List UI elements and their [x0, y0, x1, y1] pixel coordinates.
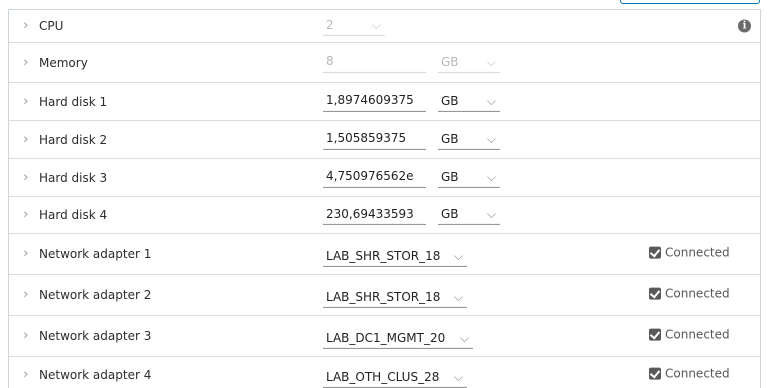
- network-value: LAB_SHR_STOR_18: [326, 249, 441, 264]
- chevron-right-icon[interactable]: ›: [23, 208, 29, 222]
- hardware-row-cpu[interactable]: › CPU 2 ⌵ i: [9, 10, 760, 43]
- chevron-down-icon: ⌵: [486, 206, 496, 221]
- hardware-row-hard-disk-3[interactable]: › Hard disk 3 GB ⌵: [9, 159, 760, 197]
- cpu-count-value: 2: [326, 17, 334, 32]
- chevron-down-icon: ⌵: [486, 93, 496, 108]
- top-action-button[interactable]: [620, 0, 760, 4]
- unit-value: GB: [441, 206, 459, 221]
- row-label: CPU: [39, 19, 64, 33]
- checkbox-checked-icon[interactable]: [649, 246, 661, 259]
- connected-toggle[interactable]: Connected: [649, 246, 730, 260]
- connected-toggle[interactable]: Connected: [649, 367, 730, 381]
- hardware-row-hard-disk-2[interactable]: › Hard disk 2 GB ⌵: [9, 121, 760, 159]
- memory-size-input[interactable]: [323, 50, 426, 73]
- chevron-right-icon[interactable]: ›: [23, 247, 29, 261]
- hardware-row-network-adapter-1[interactable]: › Network adapter 1 LAB_SHR_STOR_18 ⌵ Co…: [9, 234, 760, 275]
- chevron-down-icon: ⌵: [486, 131, 496, 146]
- row-label: Network adapter 2: [39, 288, 152, 302]
- connected-label: Connected: [665, 286, 730, 301]
- row-label: Hard disk 1: [39, 94, 108, 109]
- connected-toggle[interactable]: Connected: [649, 287, 730, 301]
- chevron-right-icon[interactable]: ›: [23, 170, 29, 184]
- hardware-grid: › CPU 2 ⌵ i › Memory GB ⌵ › Hard disk 1 …: [8, 9, 761, 388]
- chevron-down-icon: ⌵: [486, 54, 496, 69]
- hardware-row-hard-disk-4[interactable]: › Hard disk 4 GB ⌵: [9, 197, 760, 234]
- network-value: LAB_OTH_CLUS_28: [326, 369, 440, 384]
- cpu-count-select[interactable]: 2 ⌵: [323, 14, 385, 36]
- disk-size-input[interactable]: [323, 127, 426, 150]
- checkbox-checked-icon[interactable]: [649, 287, 661, 300]
- chevron-right-icon[interactable]: ›: [23, 19, 29, 33]
- disk-size-input[interactable]: [323, 165, 426, 188]
- row-label: Network adapter 1: [39, 247, 152, 261]
- unit-value: GB: [441, 93, 459, 108]
- network-select[interactable]: LAB_DC1_MGMT_20 ⌵: [323, 327, 473, 350]
- row-label: Hard disk 4: [39, 208, 108, 222]
- checkbox-checked-icon[interactable]: [649, 328, 661, 341]
- network-select[interactable]: LAB_SHR_STOR_18 ⌵: [323, 245, 467, 268]
- row-label: Hard disk 2: [39, 132, 108, 147]
- chevron-right-icon[interactable]: ›: [23, 55, 29, 69]
- hardware-row-network-adapter-3[interactable]: › Network adapter 3 LAB_DC1_MGMT_20 ⌵ Co…: [9, 316, 760, 357]
- chevron-down-icon: ⌵: [371, 17, 381, 32]
- chevron-down-icon: ⌵: [453, 369, 463, 384]
- chevron-right-icon[interactable]: ›: [23, 368, 29, 382]
- network-select[interactable]: LAB_SHR_STOR_18 ⌵: [323, 286, 467, 309]
- hardware-row-network-adapter-4[interactable]: › Network adapter 4 LAB_OTH_CLUS_28 ⌵ Co…: [9, 357, 760, 388]
- vm-hardware-panel: › CPU 2 ⌵ i › Memory GB ⌵ › Hard disk 1 …: [0, 0, 768, 388]
- disk-size-input[interactable]: [323, 202, 426, 225]
- unit-value: GB: [441, 54, 459, 69]
- disk-unit-select[interactable]: GB ⌵: [438, 89, 500, 112]
- disk-unit-select[interactable]: GB ⌵: [438, 127, 500, 150]
- network-select[interactable]: LAB_OTH_CLUS_28 ⌵: [323, 366, 467, 388]
- checkbox-checked-icon[interactable]: [649, 367, 661, 380]
- hardware-row-network-adapter-2[interactable]: › Network adapter 2 LAB_SHR_STOR_18 ⌵ Co…: [9, 275, 760, 316]
- chevron-right-icon[interactable]: ›: [23, 329, 29, 343]
- chevron-down-icon: ⌵: [459, 331, 469, 346]
- connected-label: Connected: [665, 245, 730, 260]
- unit-value: GB: [441, 169, 459, 184]
- disk-unit-select[interactable]: GB ⌵: [438, 203, 500, 225]
- disk-size-input[interactable]: [323, 89, 426, 112]
- chevron-right-icon[interactable]: ›: [23, 132, 29, 146]
- unit-value: GB: [441, 131, 459, 146]
- chevron-right-icon[interactable]: ›: [23, 94, 29, 108]
- memory-unit-select[interactable]: GB ⌵: [438, 50, 500, 73]
- row-label: Hard disk 3: [39, 170, 108, 185]
- network-value: LAB_SHR_STOR_18: [326, 290, 441, 305]
- hardware-row-hard-disk-1[interactable]: › Hard disk 1 GB ⌵: [9, 83, 760, 121]
- network-value: LAB_DC1_MGMT_20: [326, 331, 446, 346]
- row-label: Memory: [39, 55, 88, 70]
- chevron-down-icon: ⌵: [453, 290, 463, 305]
- connected-label: Connected: [665, 327, 730, 342]
- connected-toggle[interactable]: Connected: [649, 328, 730, 342]
- chevron-down-icon: ⌵: [453, 249, 463, 264]
- chevron-right-icon[interactable]: ›: [23, 288, 29, 302]
- disk-unit-select[interactable]: GB ⌵: [438, 165, 500, 188]
- chevron-down-icon: ⌵: [486, 169, 496, 184]
- row-label: Network adapter 3: [39, 329, 152, 343]
- hardware-row-memory[interactable]: › Memory GB ⌵: [9, 43, 760, 83]
- connected-label: Connected: [665, 366, 730, 381]
- row-label: Network adapter 4: [39, 368, 152, 382]
- info-icon[interactable]: i: [738, 19, 751, 33]
